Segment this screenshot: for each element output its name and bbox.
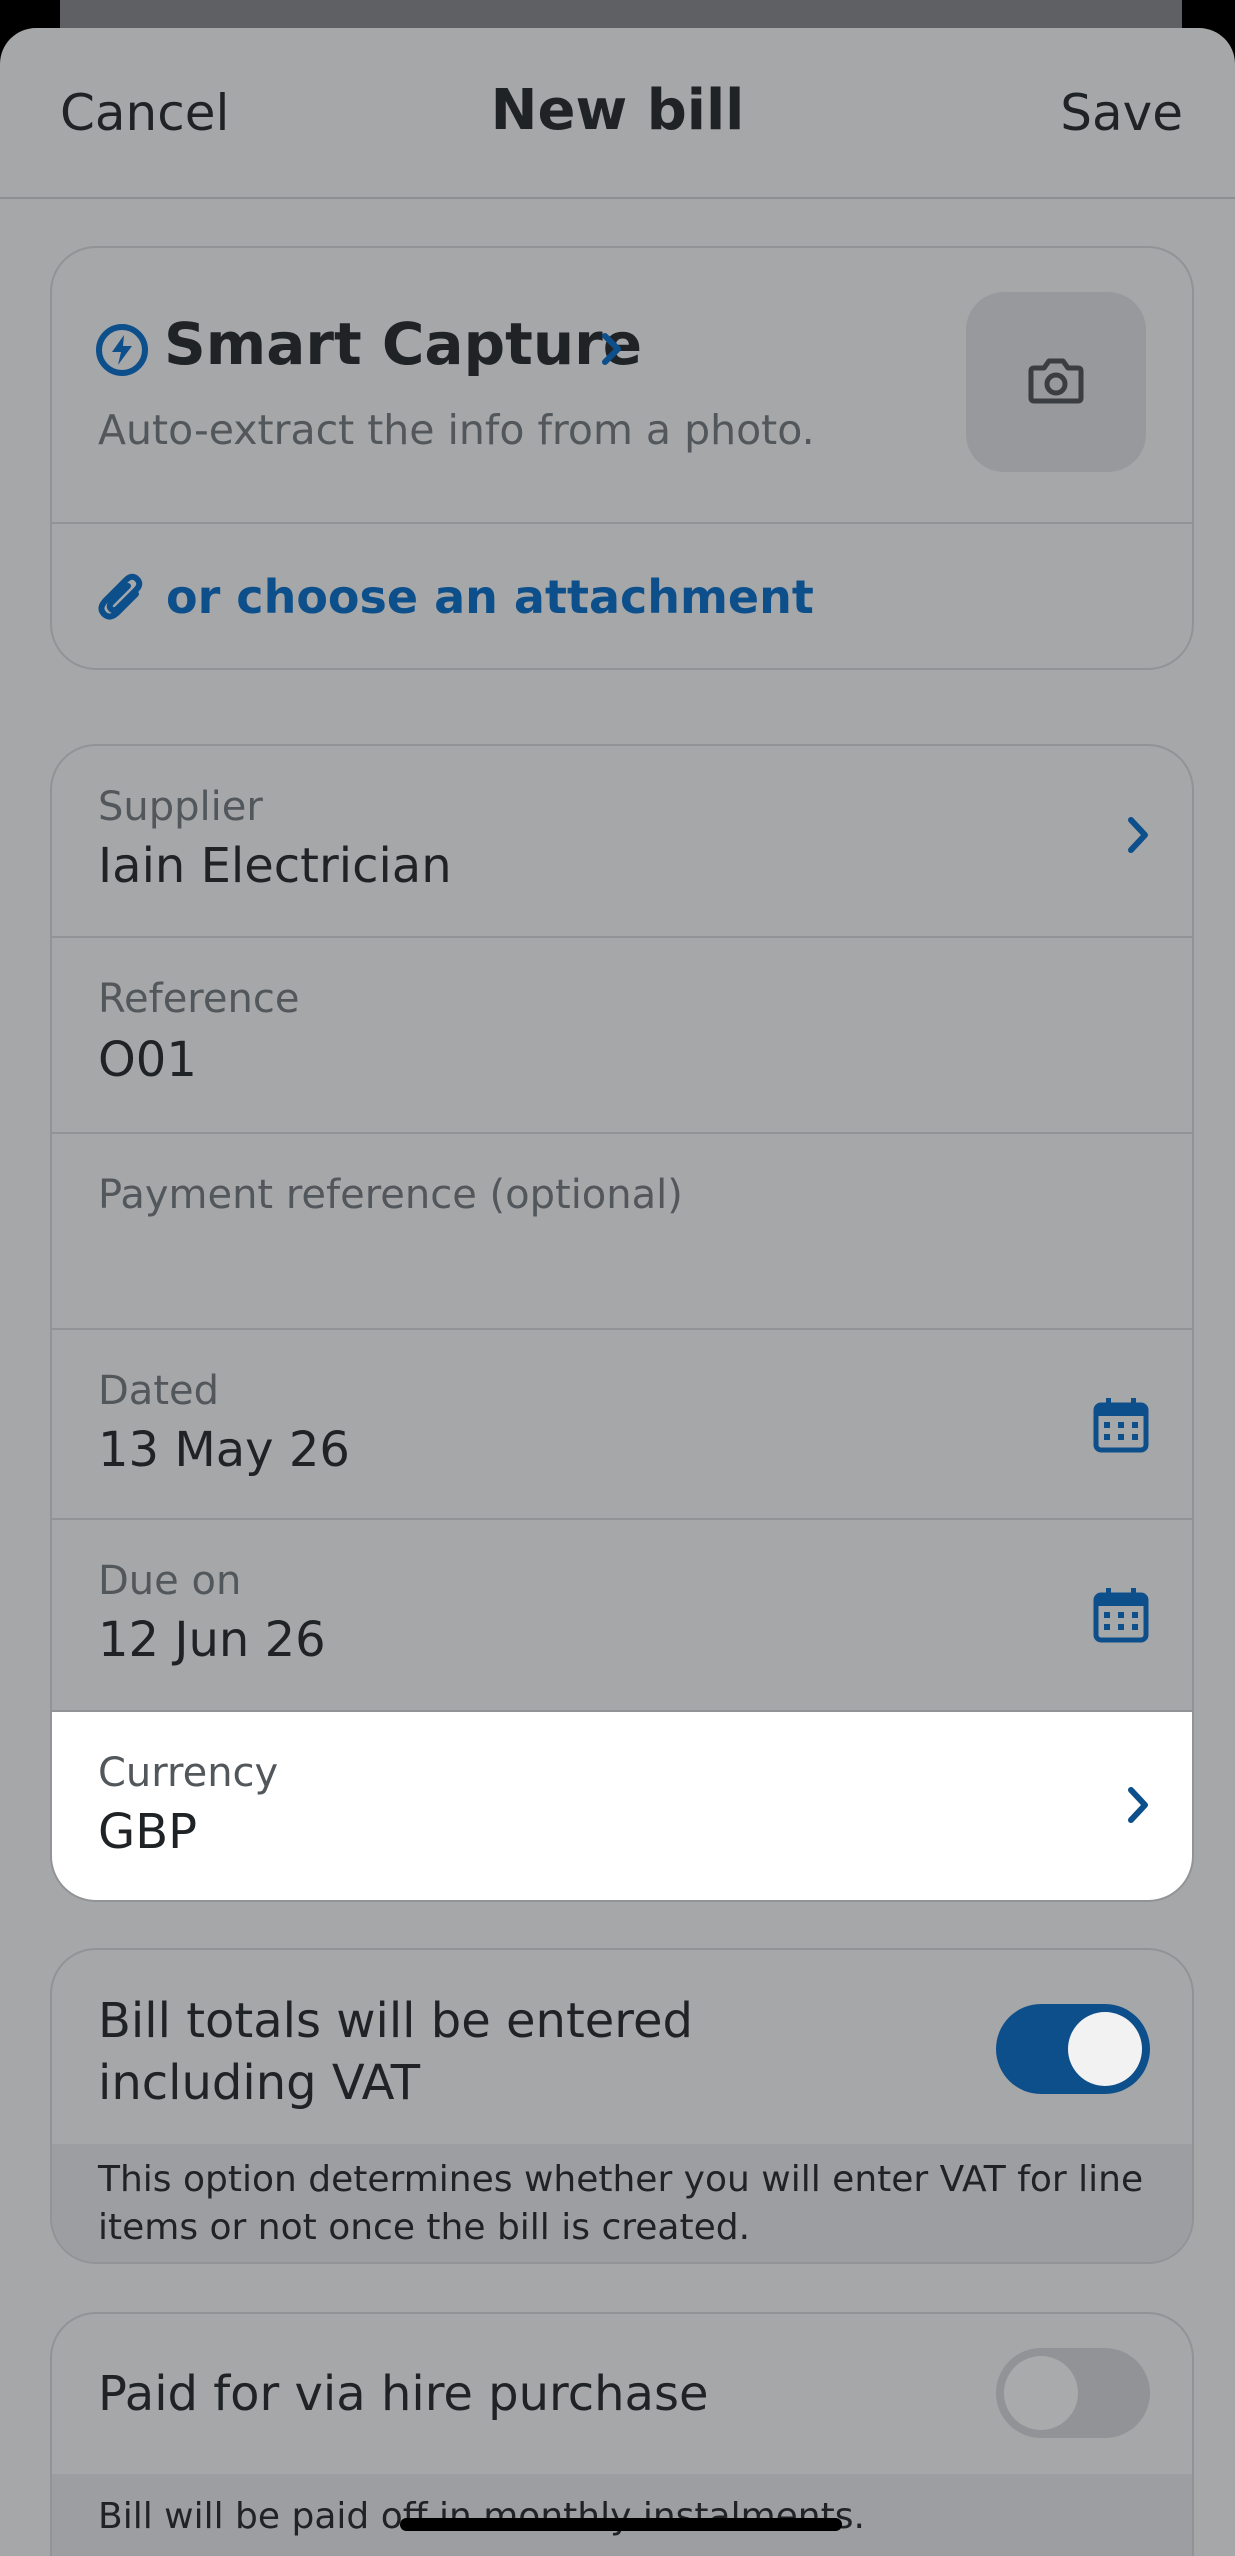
new-bill-sheet: Cancel New bill Save Smart Capture Auto-… [0, 28, 1235, 2556]
hire-purchase-toggle[interactable] [996, 2348, 1150, 2438]
chevron-right-icon [1126, 1786, 1150, 1828]
hire-purchase-label: Paid for via hire purchase [98, 2366, 709, 2422]
field-label: Reference [98, 976, 300, 1022]
calendar-icon[interactable] [1092, 1586, 1150, 1648]
vat-inclusive-row: Bill totals will be entered including VA… [52, 1950, 1192, 2144]
field-value: O01 [98, 1032, 197, 1088]
chevron-right-icon [600, 332, 624, 370]
choose-attachment-button[interactable]: or choose an attachment [52, 524, 1192, 668]
hire-purchase-description: Bill will be paid off in monthly instalm… [52, 2474, 1192, 2556]
supplier-field[interactable]: Supplier Iain Electrician [52, 746, 1192, 938]
camera-button[interactable] [966, 292, 1146, 472]
home-indicator[interactable] [400, 2518, 842, 2531]
field-label: Due on [98, 1558, 242, 1604]
navigation-bar: Cancel New bill Save [0, 28, 1235, 199]
lightning-bolt-icon [96, 324, 148, 376]
field-label: Dated [98, 1368, 219, 1414]
field-value: GBP [98, 1804, 198, 1860]
toggle-knob [1068, 2012, 1142, 2086]
calendar-icon[interactable] [1092, 1396, 1150, 1458]
due-on-field[interactable]: Due on 12 Jun 26 [52, 1520, 1192, 1712]
vat-inclusive-label: Bill totals will be entered including VA… [98, 1993, 693, 2111]
vat-inclusive-card: Bill totals will be entered including VA… [50, 1948, 1194, 2264]
field-value: 13 May 26 [98, 1422, 350, 1478]
chevron-right-icon [1126, 816, 1150, 858]
choose-attachment-label: or choose an attachment [166, 570, 814, 624]
hire-purchase-row: Paid for via hire purchase [52, 2314, 1192, 2474]
currency-field[interactable]: Currency GBP [52, 1712, 1192, 1900]
page-title: New bill [490, 78, 745, 143]
smart-capture-title: Smart Capture [164, 310, 643, 378]
field-label: Supplier [98, 784, 263, 830]
field-value: Iain Electrician [98, 838, 452, 894]
vat-inclusive-toggle[interactable] [996, 2004, 1150, 2094]
smart-capture-card: Smart Capture Auto-extract the info from… [50, 246, 1194, 670]
paperclip-icon [98, 572, 146, 628]
vat-inclusive-description: This option determines whether you will … [52, 2144, 1192, 2262]
camera-icon [1028, 358, 1084, 404]
dated-field[interactable]: Dated 13 May 26 [52, 1330, 1192, 1520]
field-value: 12 Jun 26 [98, 1612, 326, 1668]
save-button[interactable]: Save [1060, 84, 1183, 142]
smart-capture-subtitle: Auto-extract the info from a photo. [98, 406, 815, 454]
smart-capture-row[interactable]: Smart Capture Auto-extract the info from… [52, 248, 1192, 524]
payment-reference-field[interactable]: Payment reference (optional) [52, 1134, 1192, 1330]
bill-details-card: Supplier Iain Electrician Reference O01 … [50, 744, 1194, 1902]
field-label: Payment reference (optional) [98, 1172, 683, 1218]
toggle-knob [1004, 2356, 1078, 2430]
field-label: Currency [98, 1750, 279, 1796]
reference-field[interactable]: Reference O01 [52, 938, 1192, 1134]
